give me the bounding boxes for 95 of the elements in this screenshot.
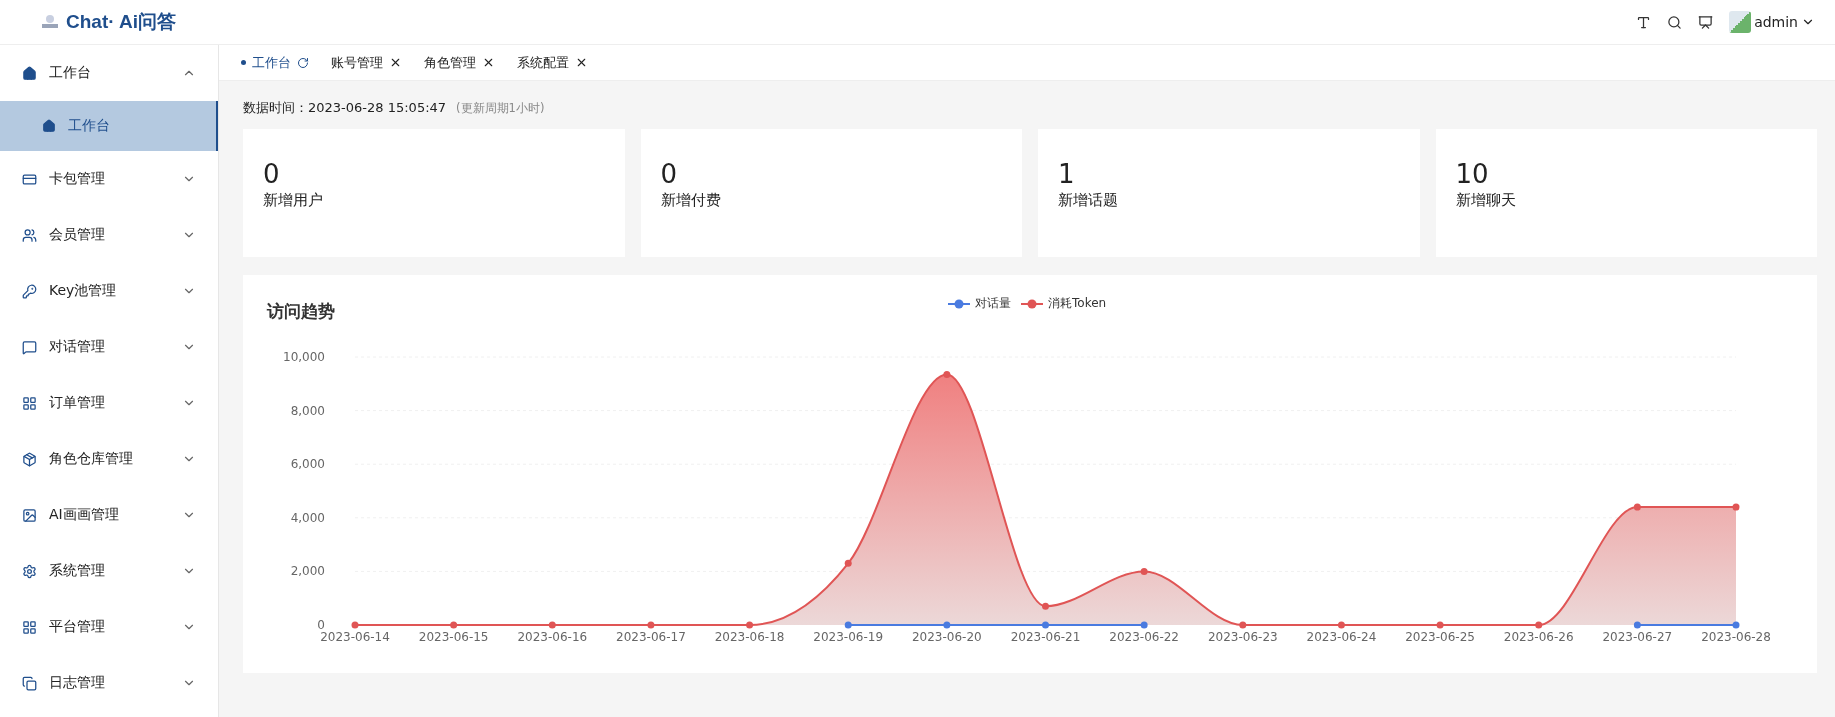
axis-label: 2023-06-16 (517, 630, 588, 644)
axis-label: 2023-06-18 (714, 630, 785, 644)
axis-label: 10,000 (283, 350, 325, 364)
page-tab[interactable]: 系统配置 (517, 53, 588, 72)
sidebar-item[interactable]: 系统管理 (0, 543, 218, 599)
axis-label: 2023-06-23 (1207, 630, 1278, 644)
data-point (1633, 503, 1641, 511)
menu-icon (22, 619, 37, 635)
sidebar-item[interactable]: 工作台 (0, 45, 218, 101)
axis-label: 2023-06-14 (320, 630, 390, 644)
stat-value: 1 (1058, 159, 1075, 189)
data-point (1732, 503, 1740, 511)
menu-icon (22, 283, 37, 299)
menu-icon (22, 675, 37, 691)
data-point (1337, 621, 1345, 629)
axis-label: 2023-06-15 (418, 630, 489, 644)
app-title: Chat· Ai问答 (66, 10, 177, 34)
logo-icon (40, 14, 60, 30)
sidebar-item[interactable]: 会员管理 (0, 207, 218, 263)
legend-item[interactable]: 对话量 (948, 295, 1011, 312)
sidebar-item[interactable]: AI画画管理 (0, 487, 218, 543)
data-point (844, 621, 852, 629)
sidebar-item[interactable]: 日志管理 (0, 655, 218, 711)
active-dot-icon (241, 60, 246, 65)
stat-label: 新增付费 (660, 191, 721, 210)
page-tab[interactable]: 角色管理 (424, 53, 495, 72)
menu-icon (22, 65, 37, 81)
axis-label: 2023-06-25 (1405, 630, 1475, 644)
avatar-placeholder (1729, 11, 1752, 33)
close-icon (389, 56, 402, 69)
data-point (1633, 621, 1641, 629)
search-icon[interactable] (1667, 14, 1683, 30)
user-menu[interactable]: admin (1729, 11, 1815, 33)
menu-icon (22, 339, 37, 355)
data-point (943, 370, 951, 378)
data-time: 数据时间：2023-06-28 15:05:47 (243, 99, 447, 117)
axis-label: 2023-06-17 (616, 630, 686, 644)
data-point (351, 621, 359, 629)
page-tab[interactable]: 账号管理 (331, 53, 402, 72)
page-tab[interactable]: 工作台 (241, 53, 309, 72)
data-point (1140, 567, 1148, 575)
menu-icon (22, 227, 37, 243)
axis-label: 2023-06-22 (1109, 630, 1179, 644)
data-point (844, 559, 852, 567)
close-icon (575, 56, 588, 69)
axis-label: 2023-06-26 (1503, 630, 1574, 644)
menu-icon (22, 171, 37, 187)
stat-value: 0 (660, 159, 678, 189)
stat-value: 10 (1455, 159, 1489, 189)
axis-label: 2,000 (290, 564, 325, 579)
sidebar-item[interactable]: 平台管理 (0, 599, 218, 655)
data-point (1042, 621, 1049, 629)
axis-label: 2023-06-27 (1602, 630, 1673, 644)
legend-item[interactable]: 消耗Token (1021, 295, 1107, 312)
refresh-icon (297, 56, 309, 69)
menu-icon (22, 451, 37, 467)
sidebar-item[interactable]: Key池管理 (0, 263, 218, 319)
axis-label: 0 (317, 618, 325, 632)
data-point (1140, 621, 1148, 629)
menu-icon (22, 395, 37, 411)
sidebar-subitem[interactable]: 工作台 (0, 101, 218, 151)
menu-icon (22, 507, 37, 523)
data-point (1239, 621, 1247, 629)
data-point (647, 621, 655, 629)
sidebar-item[interactable]: 卡包管理 (0, 151, 218, 207)
axis-label: 2023-06-19 (813, 630, 884, 644)
data-point (450, 621, 458, 629)
data-point (548, 621, 556, 629)
axis-label: 8,000 (290, 403, 325, 418)
data-point (1042, 602, 1049, 610)
data-point (1436, 621, 1444, 629)
home-icon (42, 119, 56, 133)
axis-label: 2023-06-24 (1306, 630, 1377, 644)
sidebar-item[interactable]: 角色仓库管理 (0, 431, 218, 487)
stat-label: 新增聊天 (1455, 191, 1516, 210)
stat-value: 0 (263, 159, 280, 189)
data-point (1732, 621, 1740, 629)
menu-icon (22, 563, 37, 579)
axis-label: 2023-06-20 (912, 630, 982, 644)
axis-label: 2023-06-21 (1010, 630, 1081, 644)
data-point (943, 621, 951, 629)
axis-label: 2023-06-28 (1701, 630, 1771, 644)
sidebar-item[interactable]: 订单管理 (0, 375, 218, 431)
stat-label: 新增话题 (1058, 191, 1118, 210)
close-icon (482, 56, 495, 69)
axis-label: 6,000 (290, 457, 325, 472)
update-note: (更新周期1小时) (456, 101, 545, 116)
monitor-icon[interactable] (1698, 14, 1714, 30)
chart-title: 访问趋势 (267, 299, 335, 323)
stat-label: 新增用户 (263, 191, 323, 210)
axis-label: 4,000 (290, 510, 325, 525)
font-size-icon[interactable] (1636, 14, 1652, 30)
data-point (1535, 621, 1543, 629)
sidebar-item[interactable]: 对话管理 (0, 319, 218, 375)
data-point (746, 621, 754, 629)
